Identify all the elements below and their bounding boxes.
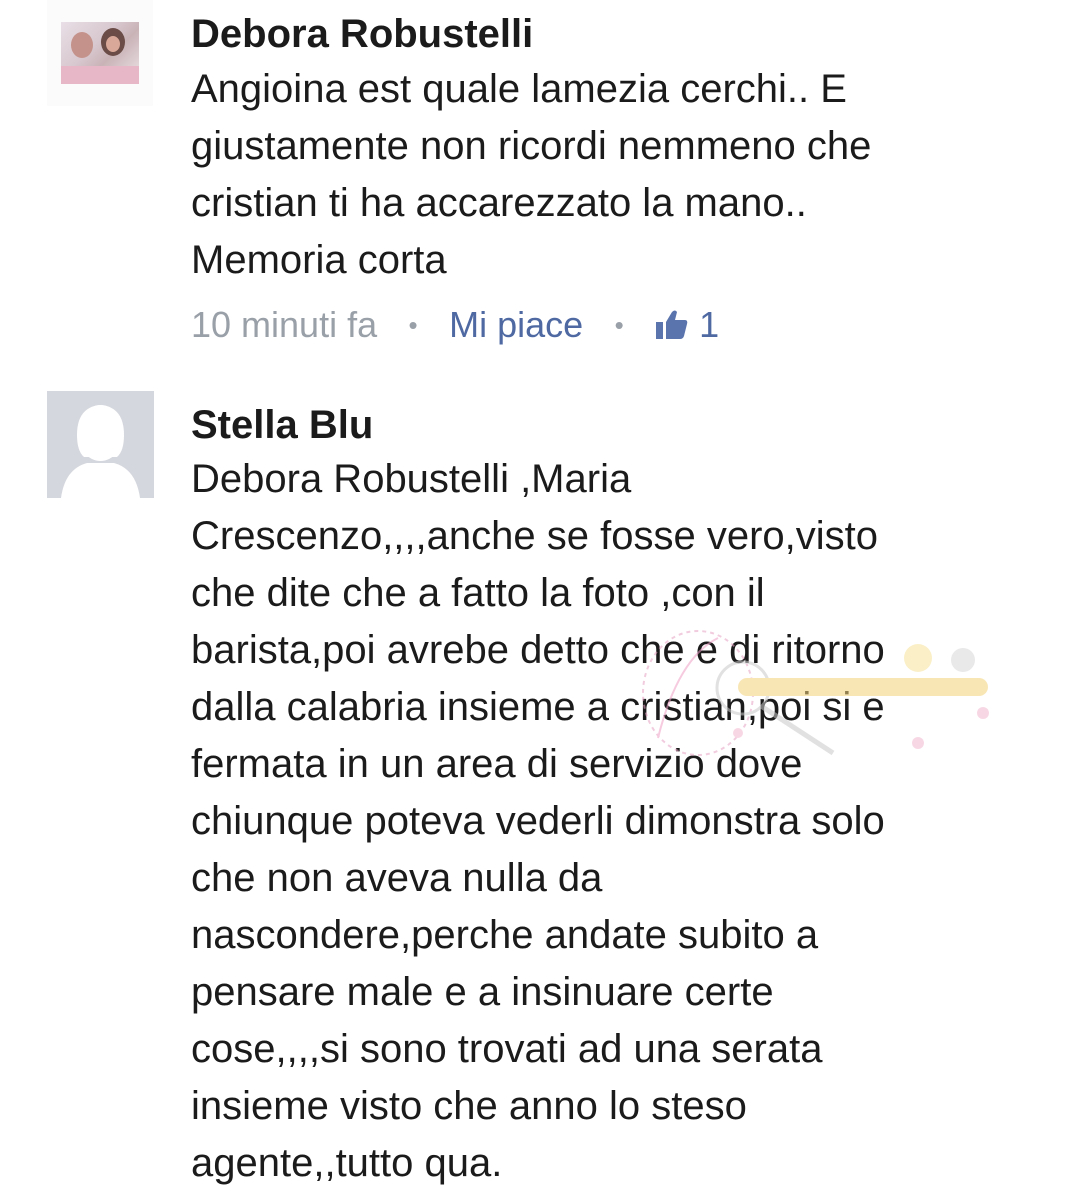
comment-author[interactable]: Stella Blu <box>191 401 373 449</box>
comment-text-line: Crescenzo,,,,anche se fosse vero,visto <box>191 514 878 558</box>
comment-text-line: Memoria corta <box>191 238 447 282</box>
comment-text-line: Debora Robustelli ,Maria <box>191 457 632 501</box>
comment-text-line: fermata in un area di servizio dove <box>191 742 803 786</box>
thumbs-up-icon <box>655 304 689 354</box>
comment-meta: 10 minuti fa • Mi piace • 1 <box>191 300 719 350</box>
comment-text-line: Angioina est quale lamezia cerchi.. E <box>191 67 847 111</box>
comment-text-line: dalla calabria insieme a cristian,poi si… <box>191 685 885 729</box>
comment-text: Angioina est quale lamezia cerchi.. E gi… <box>191 61 1021 289</box>
like-count[interactable]: 1 <box>699 304 719 345</box>
like-button[interactable]: Mi piace <box>449 304 583 345</box>
comment-text-line: agente,,tutto qua. <box>191 1141 503 1185</box>
comment-text-line: che dite che a fatto la foto ,con il <box>191 571 765 615</box>
comment-text-line: che non aveva nulla da <box>191 856 603 900</box>
avatar[interactable] <box>47 0 153 106</box>
default-profile-silhouette-icon <box>47 391 154 498</box>
comment-text-line: cristian ti ha accarezzato la mano.. <box>191 181 807 225</box>
separator-dot: • <box>408 310 418 340</box>
comment-text-line: nascondere,perche andate subito a <box>191 913 819 957</box>
profile-photo <box>61 22 139 84</box>
comment-text-line: cose,,,,si sono trovati ad una serata <box>191 1027 823 1071</box>
comment-text-line: insieme visto che anno lo steso <box>191 1084 747 1128</box>
comment-text-line: chiunque poteva vederli dimonstra solo <box>191 799 885 843</box>
comment-text-line: giustamente non ricordi nemmeno che <box>191 124 872 168</box>
comment-text-line: barista,poi avrebe detto che e di ritorn… <box>191 628 885 672</box>
comment-timestamp: 10 minuti fa <box>191 304 378 345</box>
separator-dot: • <box>614 310 624 340</box>
comment-author[interactable]: Debora Robustelli <box>191 10 533 58</box>
comment-text-line: pensare male e a insinuare certe <box>191 970 774 1014</box>
comment-text: Debora Robustelli ,Maria Crescenzo,,,,an… <box>191 451 1021 1192</box>
avatar[interactable] <box>47 391 154 498</box>
